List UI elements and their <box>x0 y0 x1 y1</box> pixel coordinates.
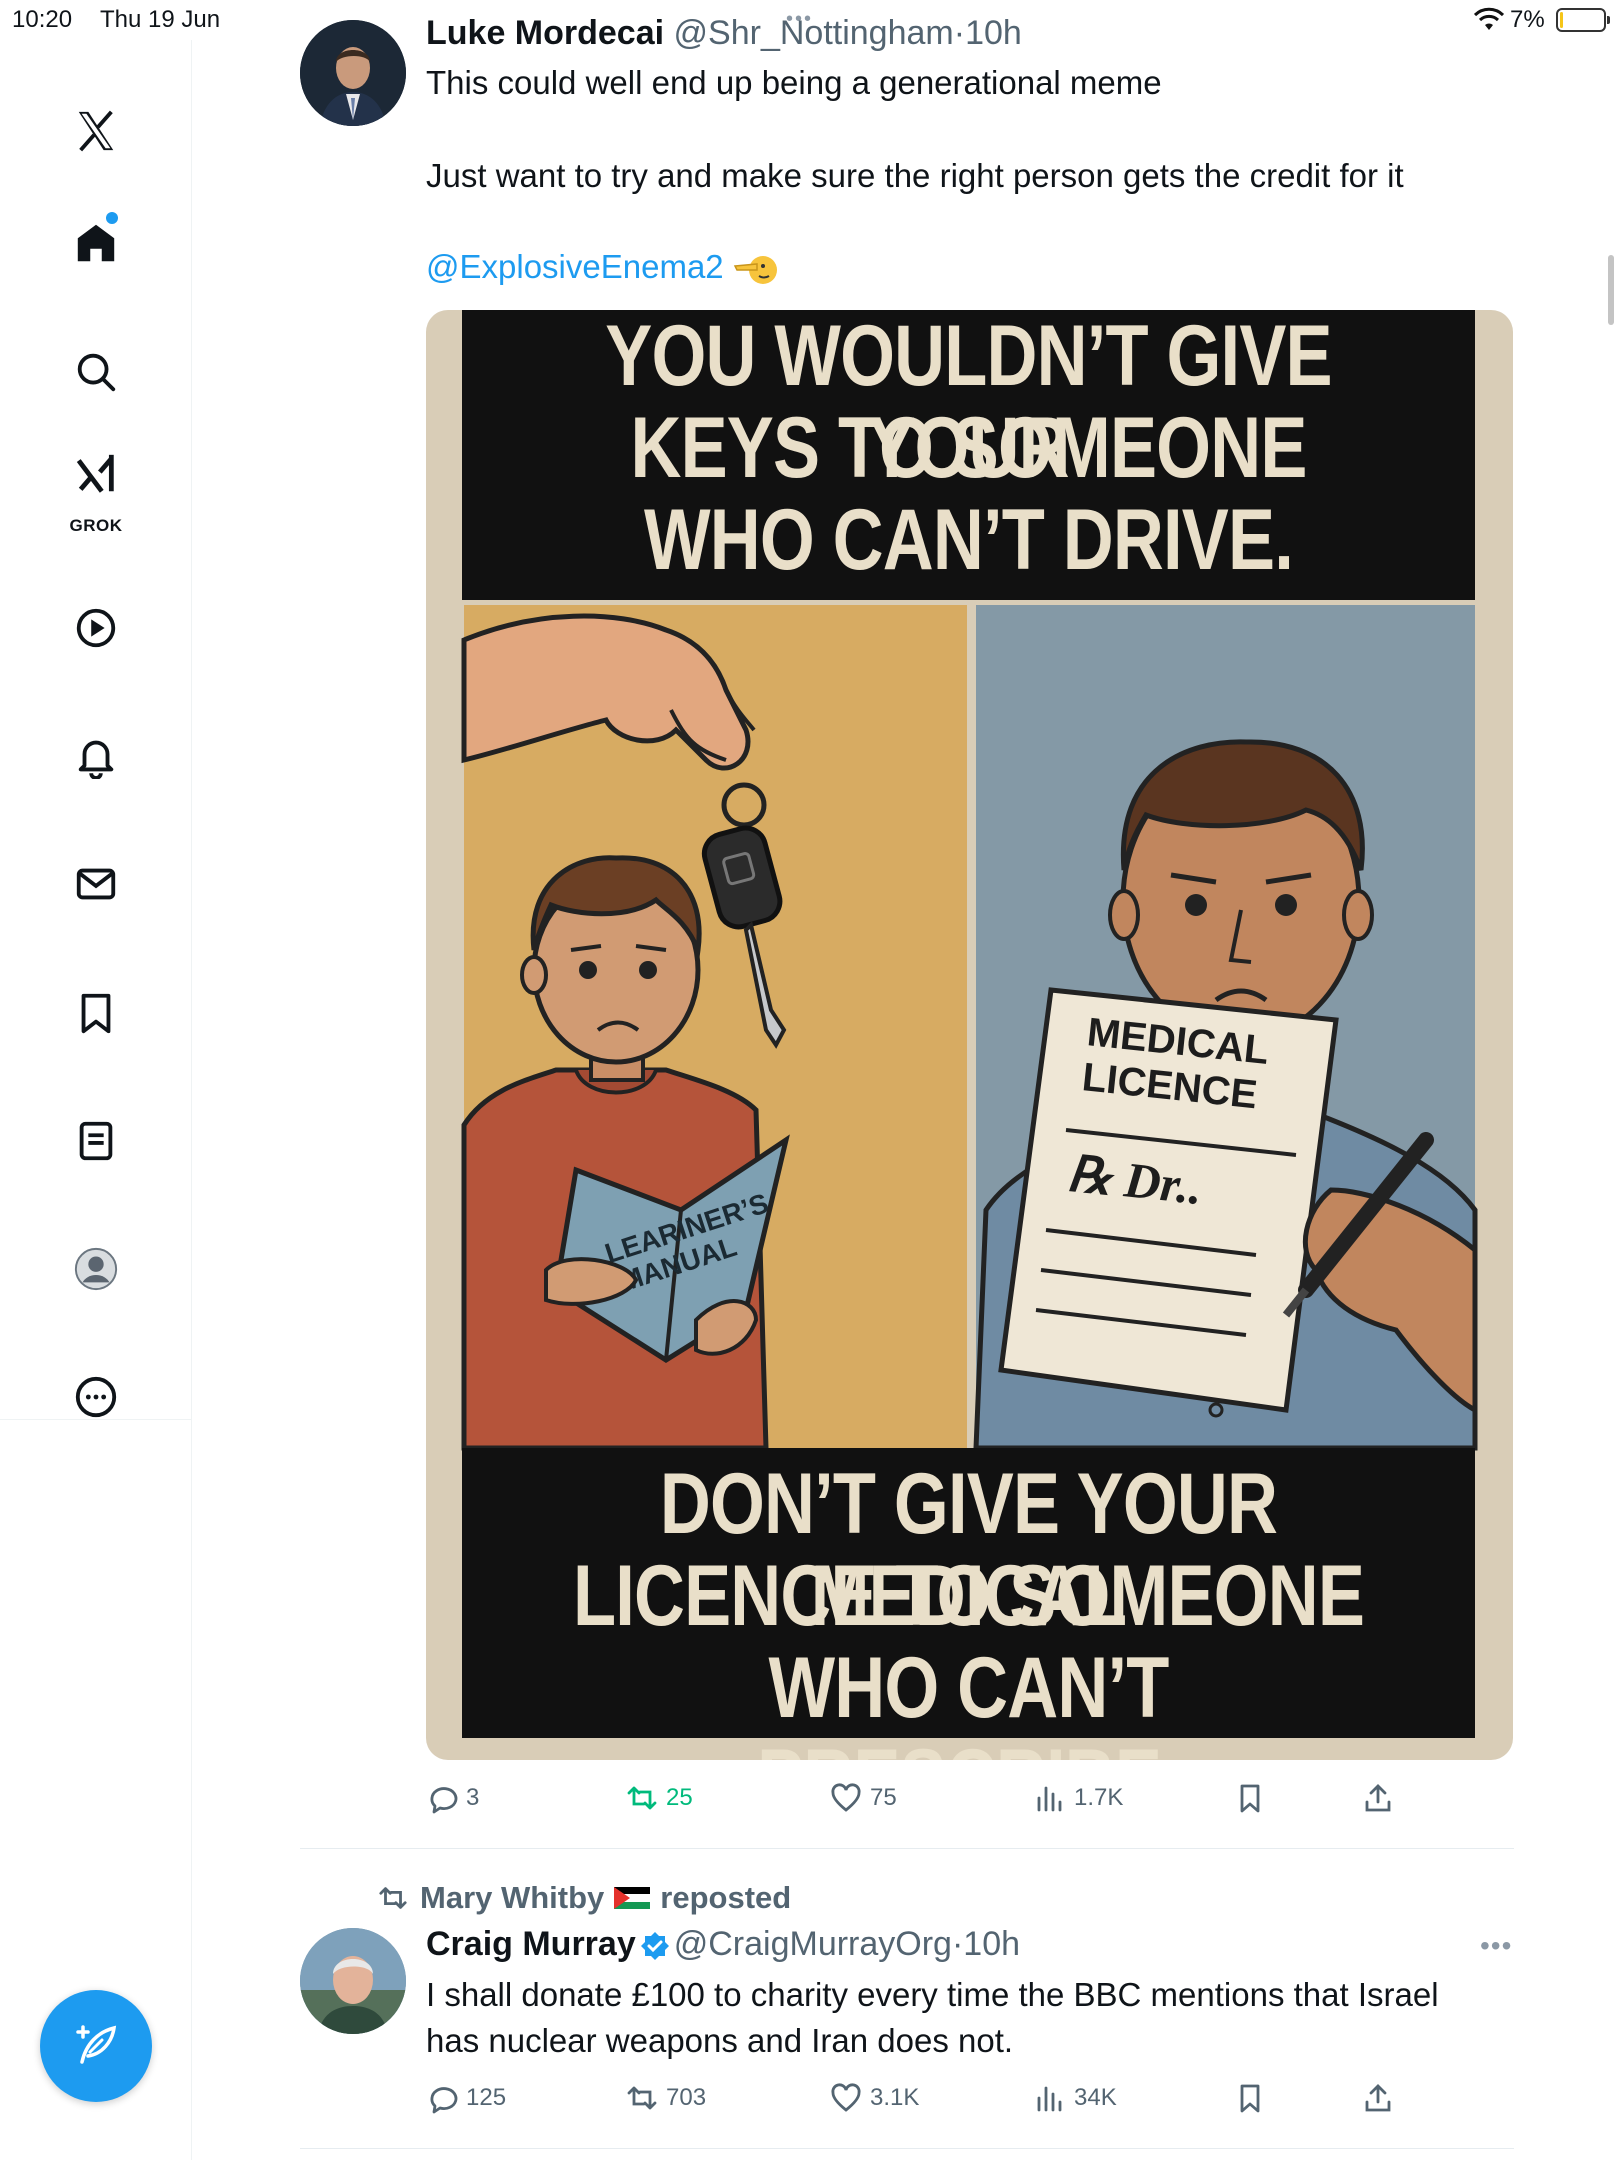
author-avatar[interactable] <box>300 20 406 126</box>
repost-button[interactable]: 25 <box>626 1782 693 1814</box>
tweet2-more-icon[interactable]: ••• <box>1480 1930 1512 1962</box>
reply-icon <box>430 2087 458 2114</box>
tweet2-text-line1: I shall donate £100 to charity every tim… <box>426 1976 1439 2013</box>
share-icon <box>1365 1784 1391 1812</box>
repost-icon <box>627 1786 657 1810</box>
like-count-2: 3.1K <box>870 2084 920 2111</box>
messages-envelope-icon[interactable] <box>55 843 137 925</box>
tweet1-text-line2: Just want to try and make sure the right… <box>426 157 1404 194</box>
repost-indicator-icon <box>379 1887 407 1909</box>
home-notification-dot <box>106 212 118 224</box>
sidebar-divider <box>191 1420 192 2160</box>
palestine-flag-icon <box>614 1887 651 1909</box>
repost-count: 25 <box>666 1784 693 1811</box>
reply-button-2[interactable]: 125 <box>426 2082 506 2114</box>
bookmarks-icon[interactable] <box>55 972 137 1054</box>
like-button-2[interactable]: 3.1K <box>830 2082 919 2114</box>
bookmark-icon <box>1240 1784 1260 1813</box>
heart-icon <box>831 1783 861 1812</box>
video-icon[interactable] <box>55 587 137 669</box>
separator-dot-2: · <box>951 1925 964 1963</box>
views-count-2: 34K <box>1074 2084 1117 2111</box>
separator-dot: · <box>953 14 966 52</box>
views-button[interactable]: 1.7K <box>1034 1782 1123 1814</box>
views-button-2[interactable]: 34K <box>1034 2082 1117 2114</box>
craig-name[interactable]: Craig Murray <box>426 1925 636 1963</box>
tweet-divider-2 <box>300 2148 1514 2149</box>
reposted-label: reposted <box>660 1880 792 1915</box>
compose-post-button[interactable] <box>40 1990 152 2102</box>
tweet1-text-line1: This could well end up being a generatio… <box>426 64 1162 101</box>
grok-icon[interactable] <box>55 444 137 504</box>
views-chart-icon <box>1037 1786 1062 1812</box>
repost-button-2[interactable]: 703 <box>626 2082 706 2114</box>
craig-photo <box>300 1928 406 2034</box>
lists-icon[interactable] <box>55 1100 137 1182</box>
more-options-icon[interactable] <box>55 1356 137 1438</box>
wifi-icon <box>1474 7 1504 30</box>
like-count: 75 <box>870 1784 897 1811</box>
home-icon[interactable] <box>55 202 137 284</box>
tweet1-mention-link[interactable]: @ExplosiveEnema2 <box>426 248 777 288</box>
views-chart-icon <box>1037 2086 1062 2112</box>
bookmark-button-2[interactable] <box>1234 2082 1266 2114</box>
views-count: 1.7K <box>1074 1784 1124 1811</box>
like-button[interactable]: 75 <box>830 1782 897 1814</box>
tweet2-text-line2: has nuclear weapons and Iran does not. <box>426 2022 1014 2059</box>
mention-text[interactable]: @ExplosiveEnema2 <box>426 248 724 285</box>
profile-avatar-icon[interactable] <box>55 1228 137 1310</box>
repost-icon <box>627 2086 657 2110</box>
reply-button[interactable]: 3 <box>426 1782 479 1814</box>
tweet2-actions: 125 703 3.1K 34K <box>426 2082 1426 2122</box>
author-name[interactable]: Luke Mordecai <box>426 14 664 52</box>
tweet2-header: Craig Murray @CraigMurrayOrg·10h <box>426 1925 1020 1964</box>
craig-handle[interactable]: @CraigMurrayOrg <box>674 1925 952 1963</box>
tweet1-actions: 3 25 75 1.7K <box>426 1782 1426 1822</box>
tweet1-image[interactable]: YOU WOULDN’T GIVE YOUR KEYS TO SOMEONE W… <box>426 310 1513 1760</box>
bookmark-icon <box>1240 2084 1260 2113</box>
verified-badge-icon <box>640 1932 669 1961</box>
share-button-2[interactable] <box>1362 2082 1394 2114</box>
meme-bottom-line2: LICENCE TO SOMEONE <box>572 1548 1365 1644</box>
share-icon <box>1365 2084 1391 2112</box>
reply-count-2: 125 <box>466 2084 507 2111</box>
tweet-timestamp[interactable]: 10h <box>965 14 1022 52</box>
repost-count-2: 703 <box>666 2084 707 2111</box>
battery-icon <box>1556 8 1610 32</box>
bookmark-button[interactable] <box>1234 1782 1266 1814</box>
tweet2-timestamp[interactable]: 10h <box>963 1925 1020 1963</box>
sidebar: GROK <box>0 40 192 1420</box>
tweet1-header: Luke Mordecai @Shr_Nottingham·10h <box>426 14 1022 53</box>
heart-icon <box>831 2083 861 2112</box>
pointing-hand-emoji-icon <box>733 256 777 285</box>
reposter-name[interactable]: Mary Whitby <box>420 1880 604 1916</box>
craig-avatar[interactable] <box>300 1928 406 2034</box>
author-photo <box>300 20 406 126</box>
tweet-divider <box>300 1848 1514 1849</box>
reply-icon <box>430 1787 458 1814</box>
x-logo-icon[interactable] <box>55 90 137 172</box>
meme-bottom-line3: WHO CAN’T PRESCRIBE. <box>757 1640 1181 1760</box>
share-button[interactable] <box>1362 1782 1394 1814</box>
scrollbar[interactable] <box>1608 255 1614 325</box>
battery-percent: 7% <box>1510 6 1545 33</box>
grok-label: GROK <box>69 516 123 535</box>
author-handle[interactable]: @Shr_Nottingham <box>674 14 954 52</box>
status-date: Thu 19 Jun <box>100 6 221 33</box>
reposted-by-line[interactable]: Mary Whitby reposted <box>376 1880 791 1916</box>
reply-count: 3 <box>466 1784 480 1811</box>
search-icon[interactable] <box>55 331 137 413</box>
notifications-bell-icon[interactable] <box>55 715 137 797</box>
compose-feather-icon <box>76 2025 117 2064</box>
status-time: 10:20 <box>12 6 73 33</box>
